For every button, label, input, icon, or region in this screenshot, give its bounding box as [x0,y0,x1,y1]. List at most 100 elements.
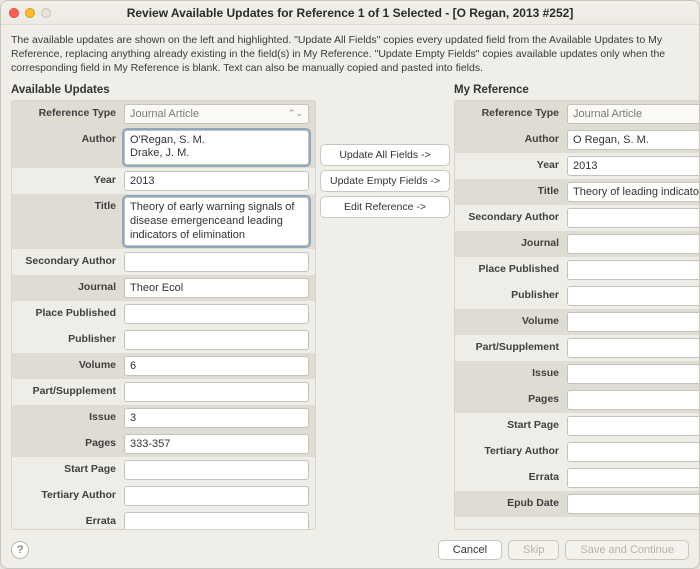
row-pages: Pages [12,431,315,457]
row-publisher: Publisher [455,283,699,309]
row-title: Title [455,179,699,205]
row-title: Title Theory of early warning signals of… [12,194,315,249]
row-secondary-author: Secondary Author [12,249,315,275]
content-columns: Available Updates Reference Type Journal… [1,82,699,534]
label-volume: Volume [455,309,565,335]
help-button[interactable]: ? [11,541,29,559]
row-start-page: Start Page [455,413,699,439]
reference-type-select[interactable]: Journal Article ⌃⌄ [567,104,699,124]
epub-date-input[interactable] [567,494,699,514]
label-part-supplement: Part/Supplement [12,379,122,405]
pages-input[interactable] [567,390,699,410]
row-part-supplement: Part/Supplement [12,379,315,405]
edit-reference-button[interactable]: Edit Reference -> [320,196,450,218]
part-supplement-input[interactable] [124,382,309,402]
row-secondary-author: Secondary Author [455,205,699,231]
label-year: Year [12,168,122,194]
label-journal: Journal [455,231,565,257]
volume-input[interactable] [124,356,309,376]
row-tertiary-author: Tertiary Author [455,439,699,465]
label-epub-date: Epub Date [455,491,565,517]
journal-input[interactable] [567,234,699,254]
titlebar: Review Available Updates for Reference 1… [1,1,699,25]
row-author: Author [455,127,699,153]
label-publisher: Publisher [455,283,565,309]
label-issue: Issue [12,405,122,431]
row-journal: Journal [455,231,699,257]
issue-input[interactable] [124,408,309,428]
row-start-page: Start Page [12,457,315,483]
start-page-input[interactable] [124,460,309,480]
pages-input[interactable] [124,434,309,454]
row-journal: Journal [12,275,315,301]
minimize-icon[interactable] [25,8,35,18]
place-published-input[interactable] [124,304,309,324]
label-reference-type: Reference Type [12,101,122,127]
start-page-input[interactable] [567,416,699,436]
part-supplement-input[interactable] [567,338,699,358]
label-start-page: Start Page [455,413,565,439]
label-errata: Errata [12,509,122,530]
row-publisher: Publisher [12,327,315,353]
publisher-input[interactable] [567,286,699,306]
label-issue: Issue [455,361,565,387]
secondary-author-input[interactable] [567,208,699,228]
label-volume: Volume [12,353,122,379]
label-reference-type: Reference Type [455,101,565,127]
update-empty-fields-button[interactable]: Update Empty Fields -> [320,170,450,192]
label-author: Author [12,127,122,169]
available-updates-column: Available Updates Reference Type Journal… [11,82,316,530]
row-reference-type: Reference Type Journal Article ⌃⌄ [455,101,699,127]
title-input[interactable]: Theory of early warning signals of disea… [124,197,309,246]
tertiary-author-input[interactable] [567,442,699,462]
year-input[interactable] [124,171,309,191]
year-input[interactable] [567,156,699,176]
label-part-supplement: Part/Supplement [455,335,565,361]
row-reference-type: Reference Type Journal Article ⌃⌄ [12,101,315,127]
row-place-published: Place Published [455,257,699,283]
label-pages: Pages [455,387,565,413]
available-updates-heading: Available Updates [11,82,316,100]
close-icon[interactable] [9,8,19,18]
label-title: Title [455,179,565,205]
skip-button: Skip [508,540,559,560]
label-year: Year [455,153,565,179]
row-volume: Volume [12,353,315,379]
row-pages: Pages [455,387,699,413]
errata-input[interactable] [567,468,699,488]
publisher-input[interactable] [124,330,309,350]
row-errata: Errata [12,509,315,530]
journal-input[interactable] [124,278,309,298]
row-issue: Issue [455,361,699,387]
tertiary-author-input[interactable] [124,486,309,506]
label-secondary-author: Secondary Author [12,249,122,275]
my-reference-column: My Reference Reference Type Journal Arti… [454,82,699,530]
secondary-author-input[interactable] [124,252,309,272]
chevron-updown-icon: ⌃⌄ [288,108,303,119]
title-input[interactable] [567,182,699,202]
label-pages: Pages [12,431,122,457]
instructions-text: The available updates are shown on the l… [1,25,699,82]
label-start-page: Start Page [12,457,122,483]
row-year: Year [455,153,699,179]
row-volume: Volume [455,309,699,335]
author-input[interactable]: O'Regan, S. M. Drake, J. M. [124,130,309,166]
label-author: Author [455,127,565,153]
window: Review Available Updates for Reference 1… [0,0,700,569]
issue-input[interactable] [567,364,699,384]
my-reference-form: Reference Type Journal Article ⌃⌄ Author… [454,100,699,530]
cancel-button[interactable]: Cancel [438,540,502,560]
row-tertiary-author: Tertiary Author [12,483,315,509]
label-place-published: Place Published [12,301,122,327]
zoom-icon [41,8,51,18]
update-all-fields-button[interactable]: Update All Fields -> [320,144,450,166]
label-tertiary-author: Tertiary Author [12,483,122,509]
volume-input[interactable] [567,312,699,332]
reference-type-select[interactable]: Journal Article ⌃⌄ [124,104,309,124]
my-reference-heading: My Reference [454,82,699,100]
action-buttons-column: Update All Fields -> Update Empty Fields… [320,82,450,530]
label-secondary-author: Secondary Author [455,205,565,231]
author-input[interactable] [567,130,699,150]
place-published-input[interactable] [567,260,699,280]
errata-input[interactable] [124,512,309,530]
